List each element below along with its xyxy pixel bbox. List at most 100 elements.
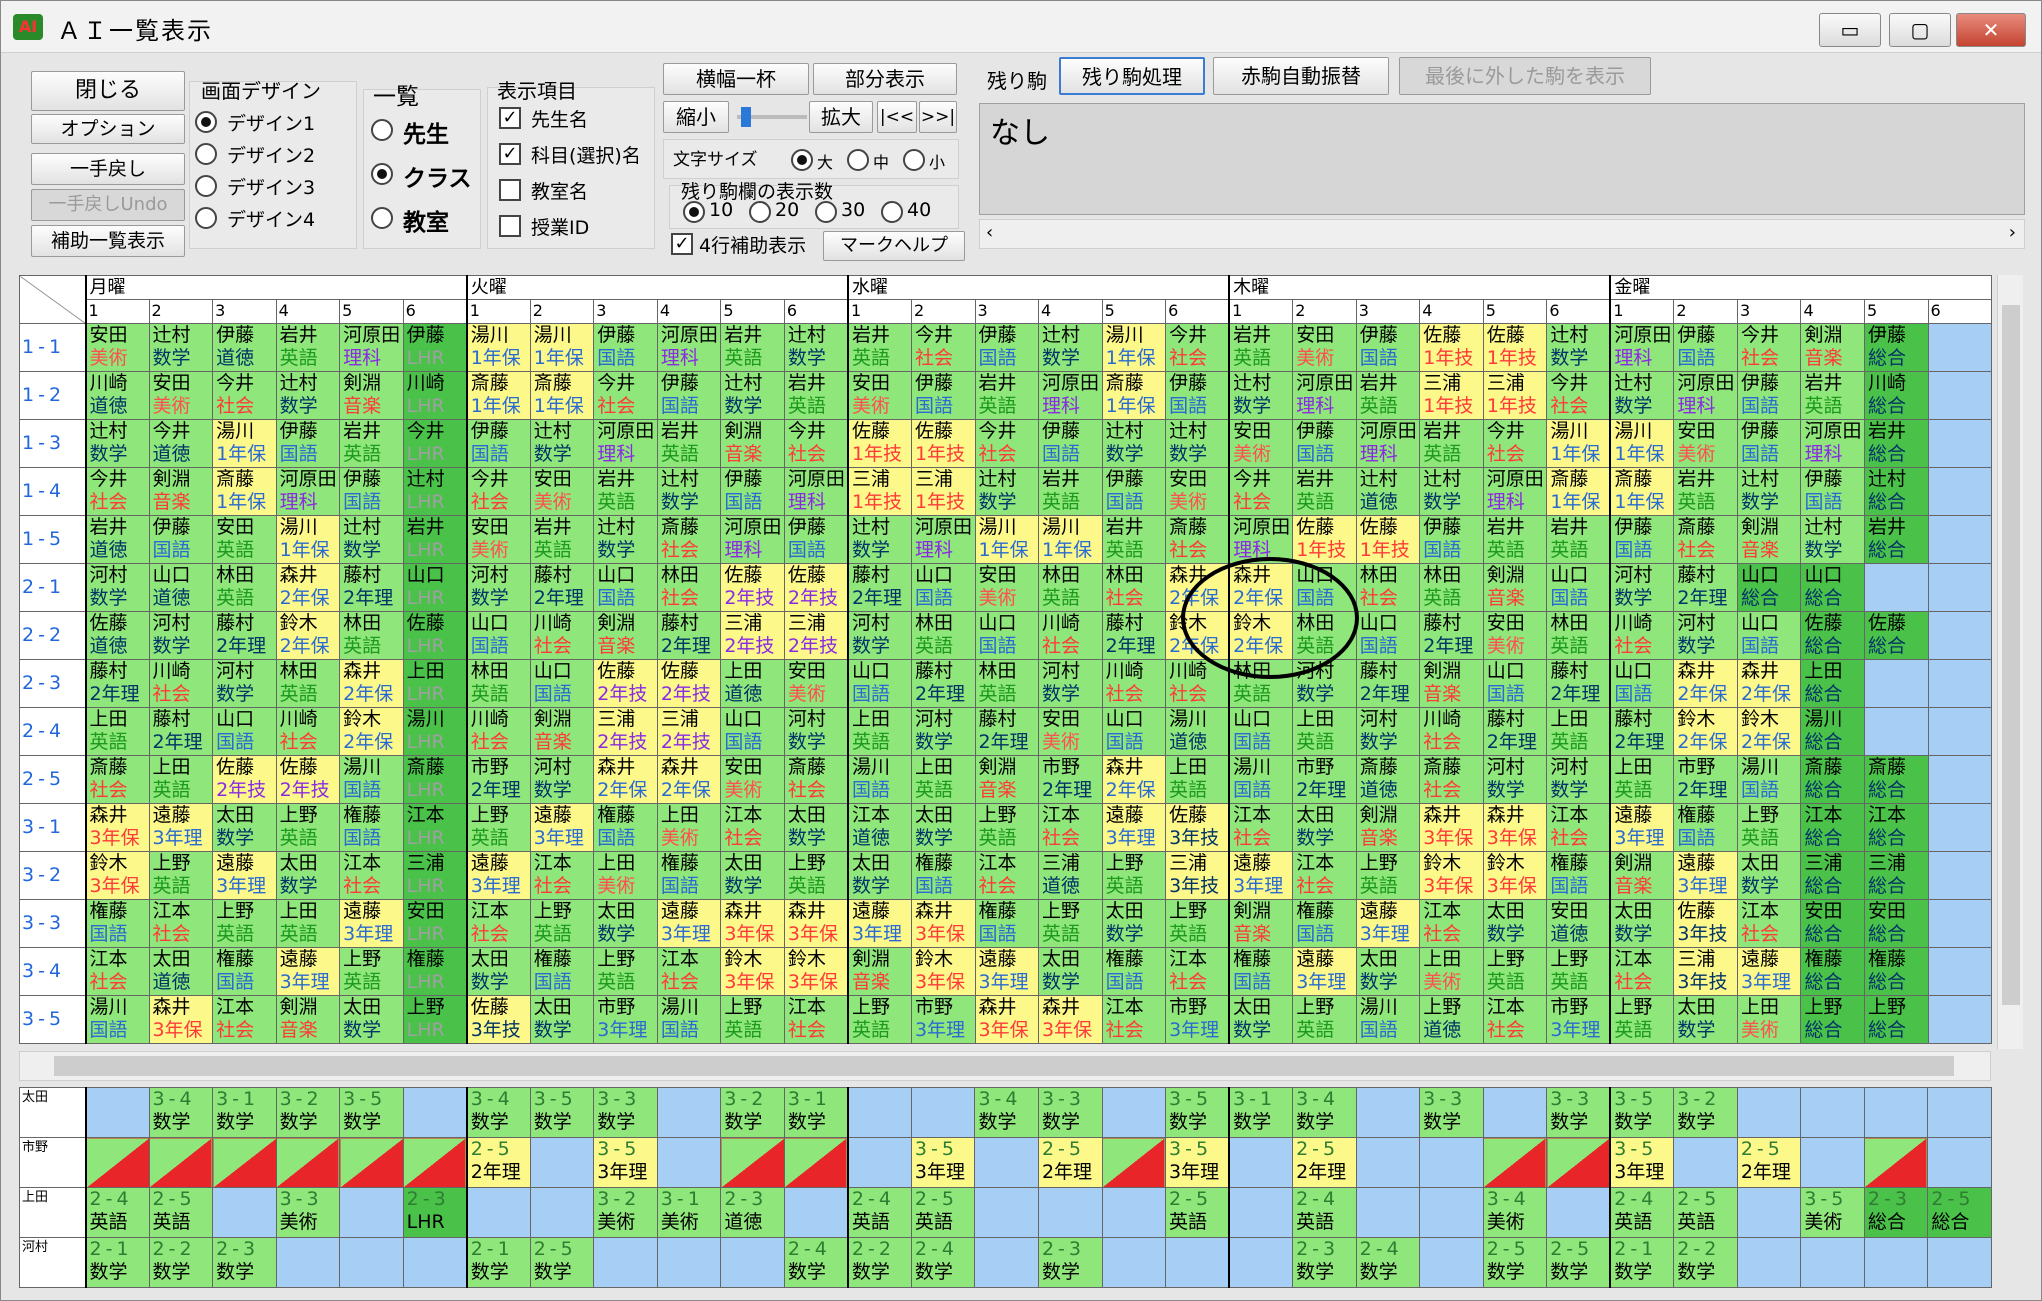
lesson-cell[interactable]: 上野 英語 [1038,899,1103,948]
lesson-cell[interactable]: 河原田 理科 [1673,371,1738,420]
teacher-slot[interactable] [1228,1137,1294,1188]
lesson-cell[interactable]: 上野 英語 [465,803,531,852]
lesson-cell[interactable]: 上野 英語 [275,803,341,852]
teacher-slot[interactable]: 2-5 数学 [529,1237,595,1288]
teacher-slot[interactable]: 3-3 数学 [1037,1087,1103,1138]
lesson-cell[interactable]: 斎藤 社会 [1419,755,1484,804]
teacher-slot[interactable] [1863,1237,1929,1288]
lesson-cell[interactable]: 岩井 英語 [1673,467,1738,516]
lesson-cell[interactable]: 河村 数学 [1038,659,1103,708]
teacher-slot[interactable] [1800,1137,1865,1188]
lesson-cell[interactable]: 佐藤 2年技 [212,755,277,804]
lesson-cell[interactable]: 安田 美術 [783,659,849,708]
lesson-cell[interactable]: 河村 数学 [1673,611,1738,660]
lesson-cell[interactable]: 伊藤 国語 [783,515,849,564]
lesson-cell[interactable]: 上田 美術 [1736,995,1802,1044]
lesson-cell[interactable]: 上野 英語 [974,803,1040,852]
scroll-left-icon[interactable]: ‹ [986,222,993,243]
lesson-cell[interactable]: 鈴木 2年保 [1673,707,1738,756]
lesson-cell[interactable]: 山口 国語 [846,659,912,708]
lesson-cell[interactable]: 辻村 総合 [1864,467,1929,516]
lesson-cell[interactable]: 安田 美術 [974,563,1040,612]
lesson-cell[interactable]: 今井 社会 [974,419,1040,468]
lesson-cell[interactable]: 市野 3年理 [593,995,658,1044]
lesson-cell[interactable]: 林田 英語 [1546,611,1611,660]
lesson-cell[interactable]: 江本 社会 [1101,995,1167,1044]
lesson-cell[interactable]: 剣淵 音楽 [339,371,404,420]
remaining-scrollbar[interactable]: ‹ › [979,219,2025,249]
lesson-cell[interactable]: 今井 社会 [465,467,531,516]
lesson-cell[interactable]: 岩井 英語 [656,419,722,468]
lesson-cell[interactable]: 湯川 1年保 [465,323,531,372]
lesson-cell[interactable]: 湯川 1年保 [529,323,595,372]
lesson-cell[interactable]: 伊藤 国語 [1101,467,1167,516]
teacher-slot[interactable]: 2-4 英語 [1292,1187,1357,1238]
lesson-cell[interactable]: 湯川 総合 [1800,707,1865,756]
teacher-slot[interactable] [1927,1237,1992,1288]
lesson-cell[interactable]: 辻村 数学 [148,323,214,372]
lesson-cell[interactable]: 辻村 数学 [1419,467,1484,516]
lesson-cell[interactable]: 藤村 2年理 [1673,563,1738,612]
lesson-cell[interactable] [1927,371,1993,420]
teacher-slot[interactable] [1863,1087,1929,1138]
lesson-cell[interactable]: 湯川 1年保 [1546,419,1611,468]
lesson-cell[interactable] [1927,755,1993,804]
teacher-slot[interactable]: 3-5 3年理 [1609,1137,1675,1188]
lesson-cell[interactable]: 林田 英語 [339,611,404,660]
lesson-cell[interactable]: 上野 英語 [1101,851,1167,900]
lesson-cell[interactable]: 辻村 道徳 [1355,467,1421,516]
lesson-cell[interactable]: 安田 美術 [720,755,785,804]
lesson-cell[interactable]: 川崎 社会 [1419,707,1484,756]
lesson-cell[interactable]: 今井 社会 [212,371,277,420]
lesson-cell[interactable]: 河原田 理科 [1482,467,1548,516]
lesson-cell[interactable]: 江本 社会 [974,851,1040,900]
lesson-cell[interactable]: 三浦 2年技 [783,611,849,660]
lesson-cell[interactable]: 市野 3年理 [910,995,976,1044]
remain-count-radio[interactable] [683,201,705,223]
lesson-cell[interactable]: 河原田 理科 [910,515,976,564]
lesson-cell[interactable]: 剣淵 音楽 [1355,803,1421,852]
lesson-cell[interactable]: 川崎 LHR [402,371,468,420]
teacher-slot[interactable]: 2-5 2年理 [1037,1137,1103,1188]
lesson-cell[interactable]: 剣淵 音楽 [148,467,214,516]
teacher-slot[interactable]: 3-4 数学 [148,1087,214,1138]
lesson-cell[interactable]: 山口 国語 [1228,707,1294,756]
first-button[interactable]: |<< [877,101,917,133]
lesson-cell[interactable]: 市野 2年理 [1038,755,1103,804]
lesson-cell[interactable]: 太田 道徳 [148,947,214,996]
lesson-cell[interactable]: 遠藤 3年理 [1228,851,1294,900]
design-radio[interactable] [195,143,217,165]
teacher-slot[interactable]: 3-4 数学 [1292,1087,1357,1138]
lesson-cell[interactable]: 辻村 数学 [339,515,404,564]
lesson-cell[interactable]: 市野 2年理 [465,755,531,804]
lesson-cell[interactable]: 伊藤 国語 [974,323,1040,372]
lesson-cell[interactable]: 今井 社会 [1165,323,1230,372]
lesson-cell[interactable]: 河村 数学 [783,707,849,756]
lesson-cell[interactable]: 上野 英語 [148,851,214,900]
lesson-cell[interactable]: 江本 総合 [1864,803,1929,852]
lesson-cell[interactable]: 山口 国語 [529,659,595,708]
lesson-cell[interactable]: 森井 2年保 [339,659,404,708]
lesson-cell[interactable]: 遠藤 3年理 [1355,899,1421,948]
lesson-cell[interactable]: 岩井 英語 [1355,371,1421,420]
lesson-cell[interactable]: 藤村 2年理 [656,611,722,660]
lesson-cell[interactable]: 山口 国語 [593,563,658,612]
teacher-slot[interactable] [593,1237,658,1288]
lesson-cell[interactable]: 辻村 数学 [1101,419,1167,468]
teacher-slot[interactable]: 2-5 数学 [1482,1237,1548,1288]
lesson-cell[interactable]: 上野 英語 [1355,851,1421,900]
teacher-slot[interactable] [1228,1187,1294,1238]
lesson-cell[interactable]: 上野 英語 [783,851,849,900]
lesson-cell[interactable]: 山口 国語 [1482,659,1548,708]
lesson-cell[interactable]: 辻村 数学 [656,467,722,516]
lesson-cell[interactable]: 斎藤 道徳 [1355,755,1421,804]
design-radio[interactable] [195,175,217,197]
remain-count-radio[interactable] [815,201,837,223]
list-radio[interactable] [371,119,393,141]
shrink-button[interactable]: 縮小 [663,101,729,133]
lesson-cell[interactable]: 川崎 社会 [148,659,214,708]
lesson-cell[interactable]: 斎藤 1年保 [212,467,277,516]
lesson-cell[interactable]: 斎藤 社会 [1165,515,1230,564]
teacher-slot[interactable]: 2-2 数学 [1673,1237,1738,1288]
lesson-cell[interactable]: 権藤 国語 [1546,851,1611,900]
